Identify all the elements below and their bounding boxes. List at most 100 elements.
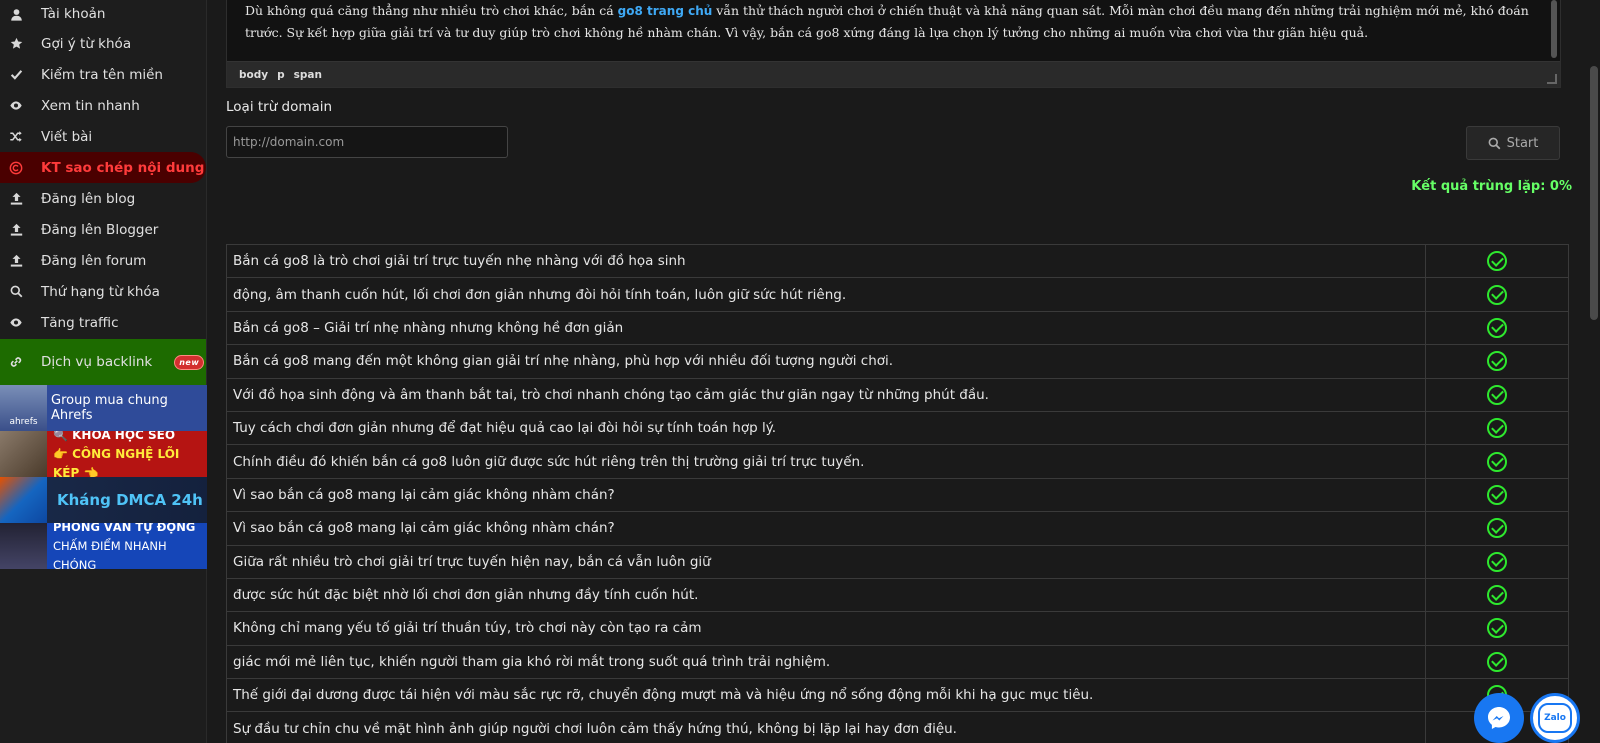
- check-icon: [9, 68, 23, 82]
- sidebar-item-label: Kiểm tra tên miền: [41, 66, 163, 83]
- status-cell: [1425, 544, 1569, 579]
- table-row: Không chỉ mang yếu tố giải trí thuần túy…: [226, 611, 1569, 646]
- editor-link[interactable]: go8 trang chủ: [618, 4, 713, 18]
- table-row: Vì sao bắn cá go8 mang lại cảm giác khôn…: [226, 477, 1569, 513]
- path-span[interactable]: span: [294, 69, 322, 81]
- sentence-cell: Vì sao bắn cá go8 mang lại cảm giác khôn…: [226, 477, 1426, 513]
- upload-icon: [9, 223, 23, 237]
- main-content: Dù không quá căng thẳng như nhiều trò ch…: [208, 0, 1588, 743]
- sidebar-item-label: Đăng lên forum: [41, 252, 147, 269]
- sidebar-item-label: Xem tin nhanh: [41, 97, 140, 114]
- sidebar-item-label: Tăng traffic: [41, 314, 119, 331]
- check-circle-icon: [1487, 451, 1507, 472]
- sentence-cell: Bắn cá go8 là trò chơi giải trí trực tuy…: [226, 243, 1426, 279]
- sentence-cell: Vì sao bắn cá go8 mang lại cảm giác khôn…: [226, 511, 1426, 546]
- status-cell: [1425, 477, 1569, 513]
- zalo-icon: Zalo: [1538, 703, 1572, 733]
- status-cell: [1425, 344, 1569, 379]
- sentence-cell: Giữa rất nhiều trò chơi giải trí trực tu…: [226, 544, 1426, 579]
- editor-text[interactable]: Dù không quá căng thẳng như nhiều trò ch…: [245, 0, 1535, 44]
- sidebar-item-label: Dịch vụ backlink: [41, 354, 153, 370]
- table-row: Chính điều đó khiến bắn cá go8 luôn giữ …: [226, 444, 1569, 479]
- table-row: Giữa rất nhiều trò chơi giải trí trực tu…: [226, 544, 1569, 579]
- ahrefs-brand: ahrefs: [9, 417, 38, 427]
- table-row: Với đồ họa sinh động và âm thanh bắt tai…: [226, 377, 1569, 412]
- sentence-cell: Tuy cách chơi đơn giản nhưng để đạt hiệu…: [226, 410, 1426, 446]
- check-circle-icon: [1487, 585, 1507, 606]
- sidebar-item-5[interactable]: KT sao chép nội dung: [0, 152, 206, 183]
- search-icon: [9, 285, 23, 299]
- sidebar-item-1[interactable]: Gợi ý từ khóa: [0, 28, 206, 59]
- editor-element-path: body p span: [227, 61, 1560, 87]
- check-circle-icon: [1487, 317, 1507, 338]
- banner-ahrefs[interactable]: ahrefs Group mua chung Ahrefs: [0, 385, 207, 431]
- sidebar-item-7[interactable]: Đăng lên Blogger: [0, 214, 206, 245]
- banner-photo: [0, 431, 47, 477]
- shuffle-icon: [9, 130, 23, 144]
- check-circle-icon: [1487, 484, 1507, 505]
- table-row: động, âm thanh cuốn hút, lối chơi đơn gi…: [226, 277, 1569, 312]
- eye-icon: [9, 99, 23, 113]
- status-cell: [1425, 377, 1569, 412]
- page-scrollbar[interactable]: [1588, 0, 1600, 743]
- sidebar-item-backlink[interactable]: Dịch vụ backlink new: [0, 339, 206, 385]
- check-circle-icon: [1487, 384, 1507, 405]
- path-p[interactable]: p: [277, 69, 285, 81]
- zalo-label: Zalo: [1544, 713, 1566, 723]
- sentence-cell: Thế giới đại dương được tái hiện với màu…: [226, 678, 1426, 713]
- page-scrollbar-thumb[interactable]: [1590, 66, 1598, 320]
- banner-text: PHỎNG VẤN TỰ ĐỘNG CHẤM ĐIỂM NHANH CHÓNG: [47, 523, 207, 569]
- sentence-cell: Bắn cá go8 mang đến một không gian giải …: [226, 344, 1426, 379]
- banner-line-1: PHỎNG VẤN TỰ ĐỘNG: [53, 523, 196, 534]
- editor-text-before: Dù không quá căng thẳng như nhiều trò ch…: [245, 3, 618, 18]
- sidebar-item-3[interactable]: Xem tin nhanh: [0, 90, 206, 121]
- exclude-domain-input[interactable]: [226, 126, 508, 158]
- status-cell: [1425, 644, 1569, 680]
- sentence-cell: động, âm thanh cuốn hút, lối chơi đơn gi…: [226, 277, 1426, 312]
- sidebar-nav: Tài khoản Gợi ý từ khóa Kiểm tra tên miền X…: [0, 0, 206, 338]
- start-button-label: Start: [1506, 135, 1539, 151]
- sidebar-item-10[interactable]: Tăng traffic: [0, 307, 206, 338]
- banner-line-2: 👉 CÔNG NGHỆ LÕI KÉP 👈: [53, 446, 180, 478]
- banner-interview[interactable]: PHỎNG VẤN TỰ ĐỘNG CHẤM ĐIỂM NHANH CHÓNG: [0, 523, 207, 569]
- sidebar-item-2[interactable]: Kiểm tra tên miền: [0, 59, 206, 90]
- eye-icon: [9, 316, 23, 330]
- check-circle-icon: [1487, 618, 1507, 639]
- start-button[interactable]: Start: [1466, 126, 1560, 160]
- sidebar-item-9[interactable]: Thứ hạng từ khóa: [0, 276, 206, 307]
- check-circle-icon: [1487, 551, 1507, 572]
- banner-text: Group mua chung Ahrefs: [51, 393, 168, 423]
- sidebar-item-4[interactable]: Viết bài: [0, 121, 206, 152]
- check-circle-icon: [1487, 351, 1507, 372]
- table-row: Bắn cá go8 – Giải trí nhẹ nhàng nhưng kh…: [226, 310, 1569, 346]
- editor-scrollbar[interactable]: [1551, 0, 1557, 58]
- resize-handle[interactable]: [1547, 74, 1557, 84]
- table-row: Bắn cá go8 mang đến một không gian giải …: [226, 344, 1569, 379]
- sidebar-item-label: Thứ hạng từ khóa: [41, 283, 160, 300]
- copyright-icon: [9, 161, 23, 175]
- exclude-domain-label: Loại trừ domain: [226, 99, 333, 115]
- upload-icon: [9, 192, 23, 206]
- messenger-icon: [1488, 707, 1510, 729]
- table-row: Sự đầu tư chỉn chu về mặt hình ảnh giúp …: [226, 711, 1569, 743]
- status-cell: [1425, 243, 1569, 279]
- sidebar-item-0[interactable]: Tài khoản: [0, 0, 206, 28]
- sentence-cell: Chính điều đó khiến bắn cá go8 luôn giữ …: [226, 444, 1426, 479]
- sidebar: Tài khoản Gợi ý từ khóa Kiểm tra tên miền X…: [0, 0, 207, 743]
- sidebar-item-6[interactable]: Đăng lên blog: [0, 183, 206, 214]
- banner-photo: [0, 523, 47, 569]
- zalo-button[interactable]: Zalo: [1530, 693, 1580, 743]
- path-body[interactable]: body: [239, 69, 268, 81]
- check-circle-icon: [1487, 518, 1507, 539]
- link-icon: [9, 355, 23, 369]
- banner-dmca[interactable]: Kháng DMCA 24h: [0, 477, 207, 523]
- messenger-button[interactable]: [1474, 693, 1524, 743]
- sidebar-item-label: Đăng lên Blogger: [41, 221, 159, 238]
- content-editor[interactable]: Dù không quá căng thẳng như nhiều trò ch…: [226, 0, 1561, 88]
- sidebar-item-8[interactable]: Đăng lên forum: [0, 245, 206, 276]
- sentence-cell: Sự đầu tư chỉn chu về mặt hình ảnh giúp …: [226, 711, 1426, 743]
- star-icon: [9, 37, 23, 51]
- check-circle-icon: [1487, 418, 1507, 439]
- sentence-cell: Không chỉ mang yếu tố giải trí thuần túy…: [226, 611, 1426, 646]
- banner-seo-course[interactable]: 🔍 KHÓA HỌC SEO 👉 CÔNG NGHỆ LÕI KÉP 👈: [0, 431, 207, 477]
